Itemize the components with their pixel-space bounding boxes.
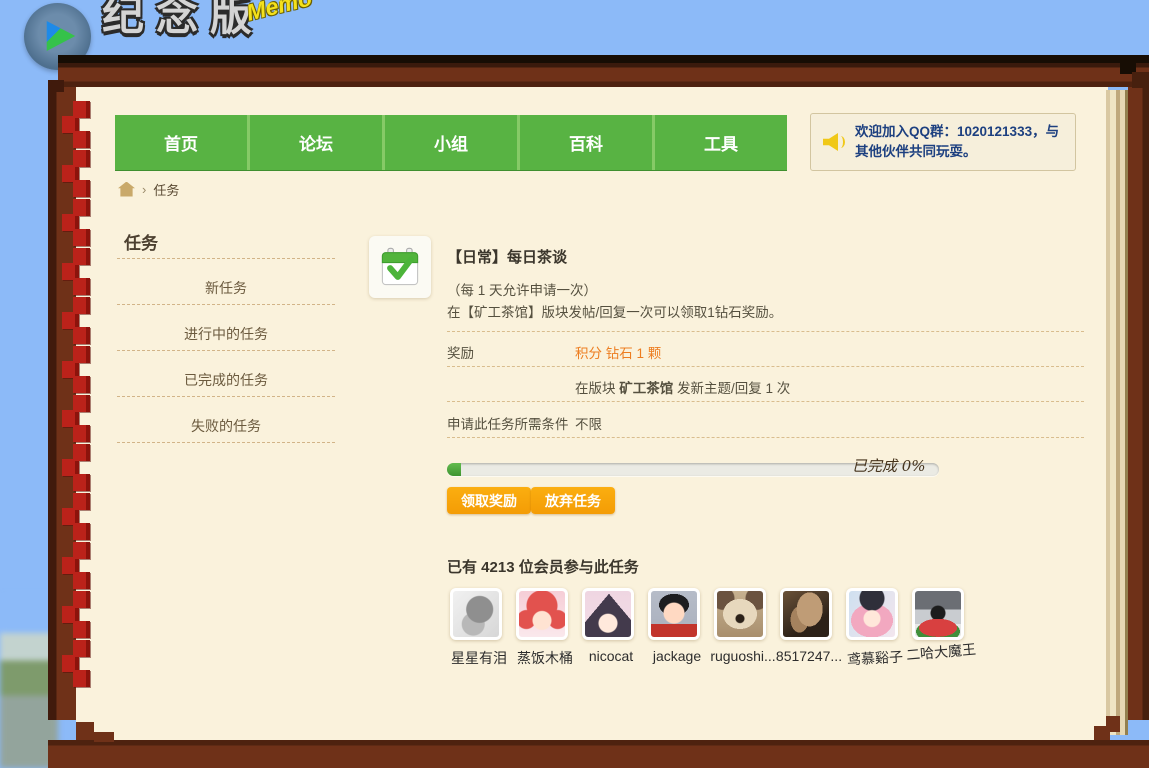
member-cell: 蒸饭木桶 — [516, 588, 574, 640]
calendar-check-icon — [378, 245, 422, 289]
divider — [447, 437, 1084, 438]
sidebar-item-in-progress[interactable]: 进行中的任务 — [117, 324, 335, 344]
member-cell: ruguoshi... — [714, 588, 772, 640]
frame-right — [1128, 87, 1149, 720]
condition-value: 不限 — [575, 413, 602, 433]
avatar[interactable] — [648, 588, 700, 640]
task-description: 在【矿工茶馆】版块发帖/回复一次可以领取1钻石奖励。 — [447, 301, 782, 321]
member-cell: 鸢慕谿子 — [846, 588, 904, 640]
avatar[interactable] — [516, 588, 568, 640]
member-name[interactable]: 星星有泪 — [451, 648, 507, 668]
frame-corner-step — [1132, 72, 1149, 88]
main-nav: 首页 论坛 小组 百科 工具 — [115, 115, 787, 170]
task-title: 【日常】每日茶谈 — [447, 246, 567, 267]
frame-corner-step — [1106, 716, 1120, 732]
member-cell: 星星有泪 — [450, 588, 508, 640]
avatar[interactable] — [780, 588, 832, 640]
member-name[interactable]: ruguoshi... — [710, 648, 775, 664]
avatar[interactable] — [846, 588, 898, 640]
nav-item-home[interactable]: 首页 — [115, 115, 247, 170]
frame-top-edge — [58, 55, 1149, 63]
nav-item-tools[interactable]: 工具 — [652, 115, 787, 170]
member-name[interactable]: jackage — [653, 648, 701, 664]
sidebar-title: 任务 — [124, 229, 158, 254]
progress-label: 已完成 0% — [852, 455, 926, 476]
reward-value: 积分 钻石 1 颗 — [575, 342, 661, 362]
qq-group-notice: 欢迎加入QQ群：1020121333，与其他伙伴共同玩耍。 — [810, 113, 1076, 171]
task-tile — [369, 236, 431, 298]
divider — [447, 331, 1084, 332]
nav-item-forum[interactable]: 论坛 — [247, 115, 382, 170]
speaker-icon — [823, 131, 845, 153]
member-cell: 二哈大魔王 — [912, 588, 970, 640]
divider — [117, 304, 335, 305]
nav-item-groups[interactable]: 小组 — [382, 115, 517, 170]
frame-bottom — [48, 740, 1149, 768]
member-name[interactable]: 8517247... — [776, 648, 842, 664]
page-edge-strips — [1106, 90, 1128, 735]
member-cell: 8517247... — [780, 588, 838, 640]
avatar[interactable] — [912, 588, 964, 640]
sidebar-item-failed[interactable]: 失败的任务 — [117, 416, 335, 436]
member-cell: jackage — [648, 588, 706, 640]
frame-corner-step — [76, 722, 94, 740]
progress-fill — [447, 463, 461, 476]
sidebar-item-new-tasks[interactable]: 新任务 — [117, 278, 335, 298]
requirement-board[interactable]: 矿工茶馆 — [619, 381, 673, 396]
frame-top — [58, 63, 1149, 87]
requirement-value: 在版块 矿工茶馆 发新主题/回复 1 次 — [575, 377, 790, 397]
abandon-task-button[interactable]: 放弃任务 — [531, 487, 615, 514]
breadcrumb-current: 任务 — [153, 180, 179, 199]
nav-item-wiki[interactable]: 百科 — [517, 115, 652, 170]
claim-reward-button[interactable]: 领取奖励 — [447, 487, 531, 514]
requirement-prefix: 在版块 — [575, 381, 619, 396]
avatar[interactable] — [450, 588, 502, 640]
site-logo-text: 纪念版 — [102, 0, 264, 43]
member-cell: nicocat — [582, 588, 640, 640]
condition-label: 申请此任务所需条件 — [447, 413, 569, 433]
frame-corner-step — [60, 55, 78, 63]
qq-notice-text: 欢迎加入QQ群：1020121333，与其他伙伴共同玩耍。 — [855, 122, 1065, 163]
binding-rings — [62, 116, 102, 716]
reward-label: 奖励 — [447, 342, 474, 362]
member-name[interactable]: 鸢慕谿子 — [847, 647, 904, 670]
task-frequency: （每 1 天允许申请一次） — [447, 279, 597, 299]
frame-corner-step — [48, 80, 64, 92]
member-name[interactable]: nicocat — [589, 648, 633, 664]
members-heading: 已有 4213 位会员参与此任务 — [447, 556, 639, 577]
avatar[interactable] — [714, 588, 766, 640]
member-name[interactable]: 蒸饭木桶 — [517, 648, 573, 668]
avatar[interactable] — [582, 588, 634, 640]
sidebar-item-completed[interactable]: 已完成的任务 — [117, 370, 335, 390]
divider — [117, 258, 335, 259]
requirement-suffix: 发新主题/回复 1 次 — [673, 381, 790, 396]
breadcrumb: › 任务 — [118, 179, 179, 199]
site-logo-subtext: Memo — [244, 0, 315, 27]
divider — [117, 396, 335, 397]
frame-corner-step — [94, 732, 114, 742]
home-icon[interactable] — [118, 182, 135, 197]
divider — [447, 401, 1084, 402]
divider — [117, 350, 335, 351]
breadcrumb-separator: › — [142, 182, 146, 197]
divider — [447, 366, 1084, 367]
divider — [117, 442, 335, 443]
